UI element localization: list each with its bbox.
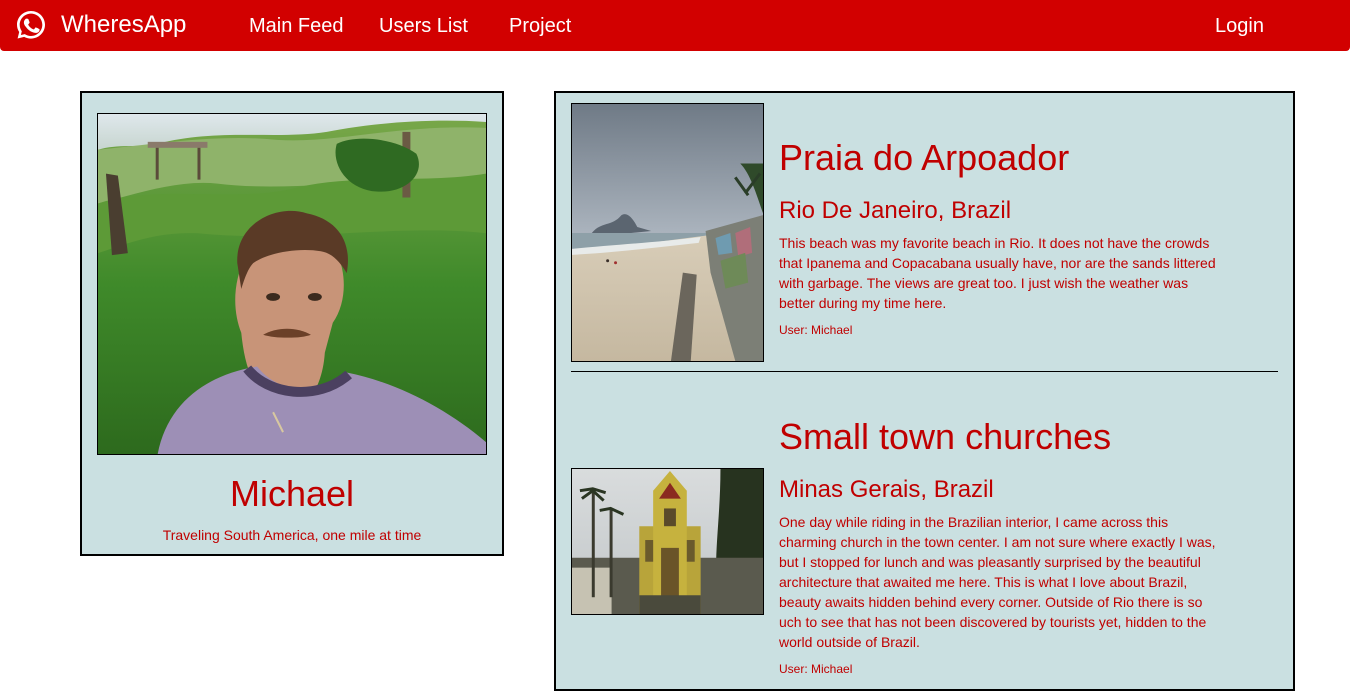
post-divider [571, 371, 1278, 372]
post-body: One day while riding in the Brazilian in… [779, 514, 1216, 650]
nav-project[interactable]: Project [509, 14, 571, 38]
profile-bio: Traveling South America, one mile at tim… [162, 527, 422, 543]
profile-photo [97, 113, 487, 455]
profile-name: Michael [229, 473, 355, 514]
post-user[interactable]: User: Michael [779, 323, 852, 337]
profile-card: Michael Traveling South America, one mil… [80, 91, 504, 556]
post-body: This beach was my favorite beach in Rio.… [779, 235, 1216, 311]
post-title: Praia do Arpoador [779, 137, 1070, 178]
feed-panel: Praia do Arpoador Rio De Janeiro, Brazil… [554, 91, 1295, 691]
nav-users-list[interactable]: Users List [379, 14, 468, 38]
login-link[interactable]: Login [1215, 14, 1264, 38]
post-user[interactable]: User: Michael [779, 662, 852, 676]
whatsapp-phone-icon[interactable] [15, 9, 47, 41]
post-photo [571, 103, 764, 362]
post-location: Minas Gerais, Brazil [779, 476, 994, 503]
top-navbar: WheresApp Main Feed Users List Project L… [0, 0, 1350, 51]
post-title: Small town churches [779, 416, 1112, 457]
post-location: Rio De Janeiro, Brazil [779, 197, 1012, 224]
post-photo [571, 468, 764, 615]
brand-name[interactable]: WheresApp [61, 11, 186, 39]
nav-main-feed[interactable]: Main Feed [249, 14, 344, 38]
